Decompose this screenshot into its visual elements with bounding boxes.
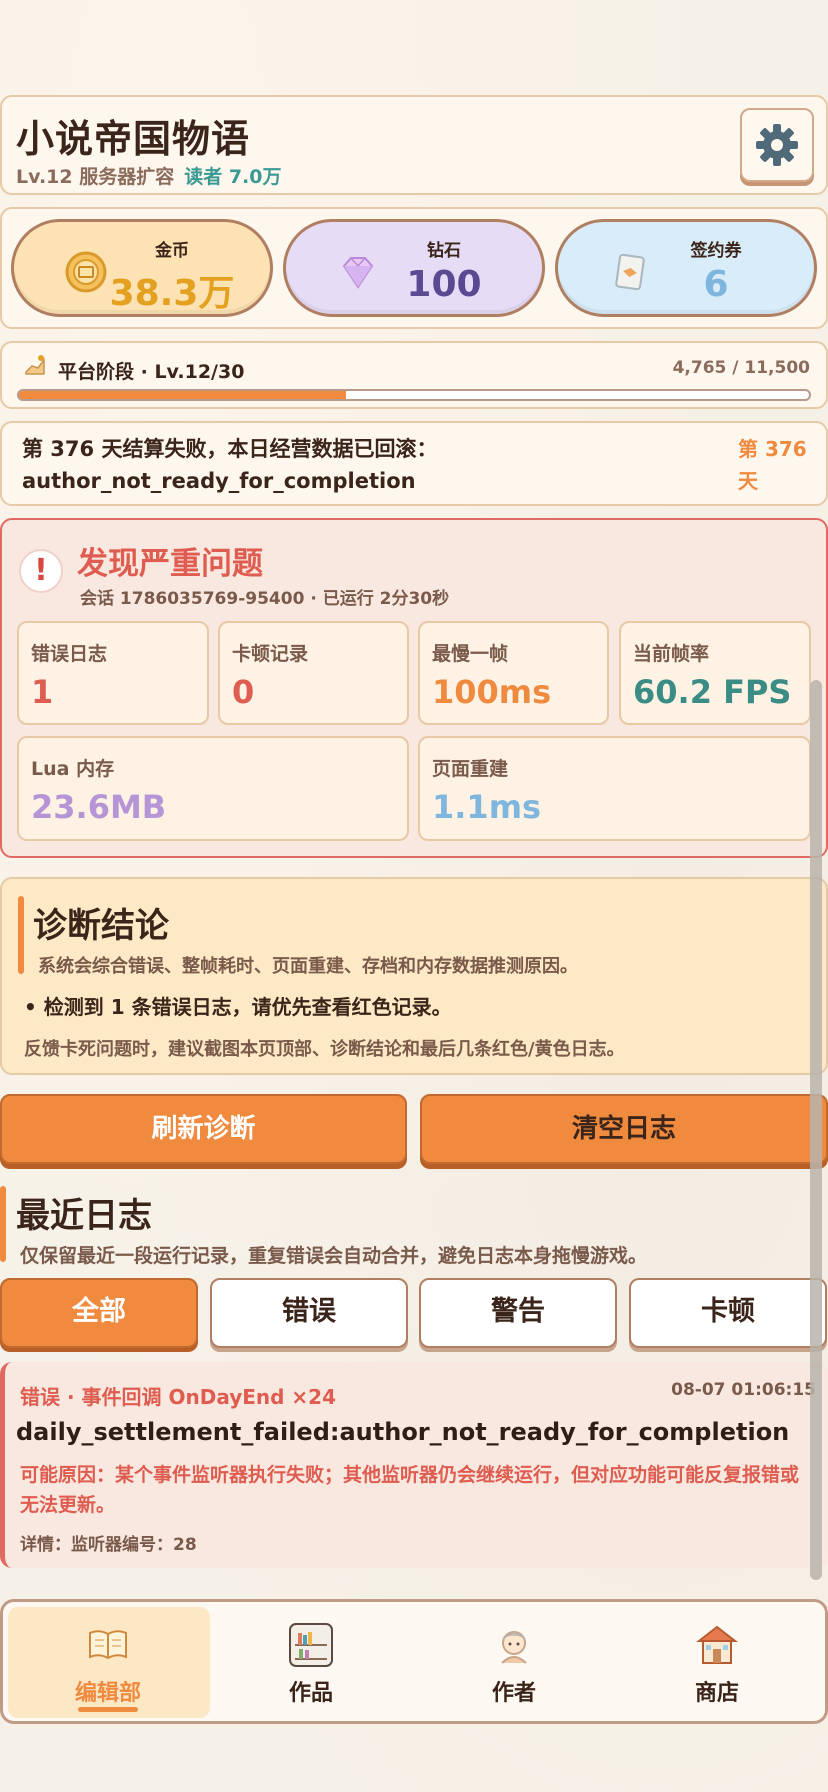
nav-label-works: 作品 [288, 1681, 333, 1706]
readers-text: 读者 7.0万 [184, 166, 282, 188]
stage-count: 4,765 / 11,500 [672, 358, 810, 378]
trophy-hand-icon [25, 355, 45, 375]
stat-lag-records: 卡顿记录 0 [218, 621, 409, 725]
author-avatar-icon [501, 1631, 527, 1664]
log-entry-head: 错误 · 事件回调 OnDayEnd ×24 [20, 1385, 337, 1409]
stage-label: 平台阶段 · Lv.12/30 [58, 361, 245, 383]
ticket-label: 签约券 [690, 241, 742, 261]
header-subtitle: Lv.12 服务器扩容 读者 7.0万 [16, 162, 282, 189]
stage-progress-fill [19, 391, 347, 399]
log-entry-time: 08-07 01:06:15 [671, 1380, 816, 1400]
settlement-notice-text: 第 376 天结算失败，本日经营数据已回滚：author_not_ready_f… [22, 437, 438, 493]
nav-works[interactable]: 作品 [211, 1607, 411, 1718]
nav-label-authors: 作者 [491, 1681, 536, 1706]
session-info: 会话 1786035769-95400 · 已运行 2分30秒 [80, 589, 450, 609]
gold-label: 金币 [155, 241, 189, 261]
filter-warning-tab[interactable]: 警告 [419, 1278, 617, 1348]
logs-title: 最近日志 [16, 1196, 152, 1236]
gem-currency[interactable]: 钻石 100 [283, 219, 545, 317]
settings-button[interactable] [740, 108, 814, 182]
nav-label-editorial: 编辑部 [74, 1681, 141, 1706]
filter-lag-tab[interactable]: 卡顿 [629, 1278, 827, 1348]
log-entry-detail: 详情：监听器编号：28 [20, 1535, 197, 1555]
nav-label-shop: 商店 [694, 1681, 739, 1706]
problem-title: 发现严重问题 [77, 546, 263, 582]
nav-authors[interactable]: 作者 [414, 1607, 614, 1718]
nav-shop[interactable]: 商店 [617, 1607, 817, 1718]
stat-error-logs: 错误日志 1 [17, 621, 209, 725]
diagnosis-bullet: • 检测到 1 条错误日志，请优先查看红色记录。 [24, 995, 452, 1019]
refresh-diagnosis-button[interactable]: 刷新诊断 [0, 1094, 407, 1164]
level-text: Lv.12 服务器扩容 [16, 166, 175, 188]
gold-currency[interactable]: 金币 38.3万 [11, 219, 273, 317]
shop-icon [696, 1625, 738, 1664]
ticket-value: 6 [703, 264, 729, 305]
game-title: 小说帝国物语 [16, 117, 251, 161]
ticket-currency[interactable]: 签约券 6 [555, 219, 817, 317]
scrollbar[interactable] [810, 680, 822, 1580]
log-entry-cause: 可能原因：某个事件监听器执行失败；其他监听器仍会继续运行，但对应功能可能反复报错… [20, 1464, 800, 1516]
diagnosis-title: 诊断结论 [33, 906, 169, 946]
stat-slowest-frame: 最慢一帧 100ms [418, 621, 609, 725]
logs-subtitle: 仅保留最近一段运行记录，重复错误会自动合并，避免日志本身拖慢游戏。 [20, 1245, 648, 1267]
stat-current-fps: 当前帧率 60.2 FPS [619, 621, 811, 725]
diagnosis-tip: 反馈卡死问题时，建议截图本页顶部、诊断结论和最后几条红色/黄色日志。 [24, 1039, 625, 1060]
filter-all-tab[interactable]: 全部 [0, 1278, 198, 1348]
stat-lua-memory: Lua 内存 23.6MB [17, 736, 409, 841]
clear-logs-button[interactable]: 清空日志 [420, 1094, 828, 1164]
gold-value: 38.3万 [109, 273, 235, 314]
bookshelf-icon [289, 1623, 333, 1667]
stage-progress-bar [17, 389, 811, 401]
filter-error-tab[interactable]: 错误 [210, 1278, 408, 1348]
gear-icon [756, 124, 798, 166]
open-book-icon [89, 1630, 127, 1660]
gem-value: 100 [406, 264, 482, 305]
nav-active-underline [78, 1707, 138, 1712]
gem-label: 钻石 [427, 241, 461, 261]
diagnosis-subtitle: 系统会综合错误、整帧耗时、页面重建、存档和内存数据推测原因。 [38, 956, 578, 977]
log-entry-message: daily_settlement_failed:author_not_ready… [16, 1418, 790, 1446]
nav-editorial[interactable]: 编辑部 [8, 1607, 208, 1718]
warning-icon: ! [19, 549, 63, 593]
settlement-day: 第 376 天 [738, 437, 807, 493]
diagnosis-accent [18, 896, 24, 974]
stat-page-rebuild: 页面重建 1.1ms [418, 736, 811, 841]
logs-accent [0, 1186, 6, 1262]
